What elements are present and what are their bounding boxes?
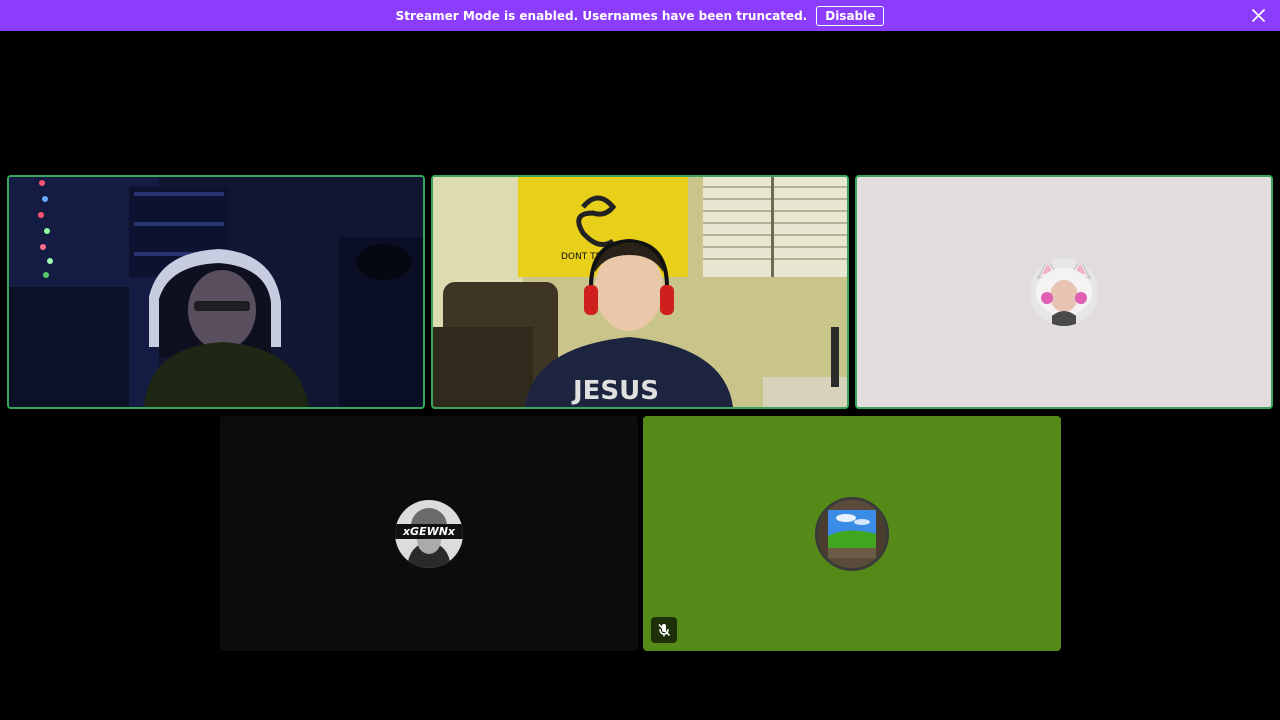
disable-streamer-mode-button[interactable]: Disable <box>816 5 885 26</box>
shirt-text: JESUS <box>571 376 659 406</box>
participant-avatar-tile[interactable] <box>855 175 1273 409</box>
avatar-text: xGEWNx <box>402 525 456 538</box>
close-icon[interactable] <box>1251 8 1266 23</box>
participant-video-tile[interactable]: DONT TREAD ME JESUS <box>431 175 849 409</box>
participant-video-tile[interactable] <box>7 175 425 409</box>
participant-avatar: xGEWNx <box>395 499 463 568</box>
streamer-mode-banner: Streamer Mode is enabled. Usernames have… <box>0 0 1280 31</box>
participant-avatar-tile[interactable]: xGEWNx <box>220 416 638 651</box>
participant-video-feed <box>9 177 423 407</box>
participant-avatar <box>815 496 889 571</box>
participant-avatar-tile[interactable] <box>643 416 1061 651</box>
microphone-muted-icon <box>651 617 677 643</box>
participant-avatar <box>1030 258 1098 326</box>
streamer-mode-message: Streamer Mode is enabled. Usernames have… <box>395 8 808 23</box>
participant-video-feed: DONT TREAD ME JESUS <box>433 177 847 407</box>
